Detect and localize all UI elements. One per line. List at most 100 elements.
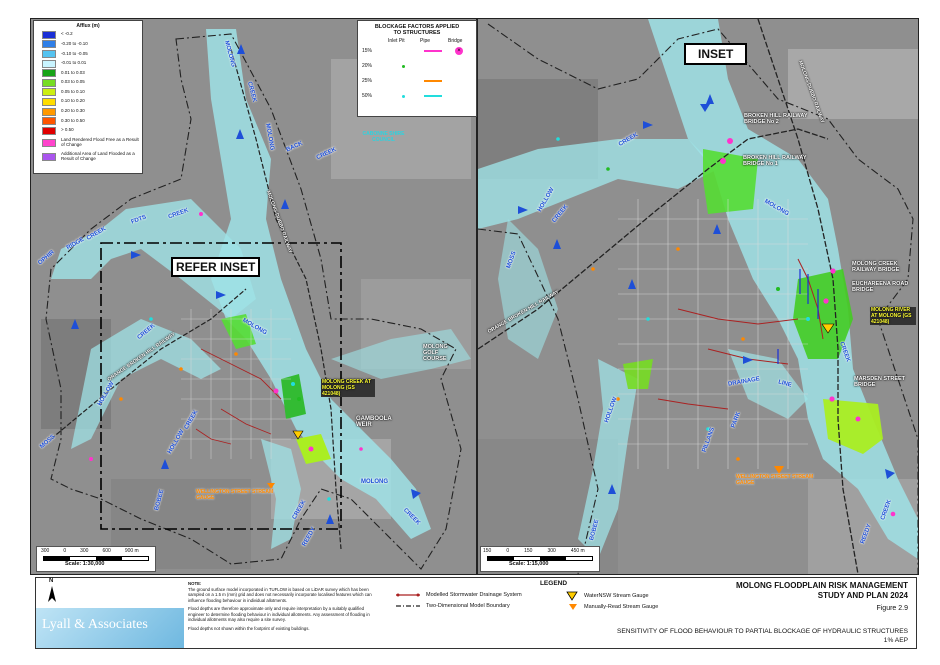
afflux-legend-item: 0.05 to 0.10 (34, 88, 142, 98)
inlet-pit-marker-icon (402, 95, 405, 98)
afflux-color-swatch (42, 40, 56, 49)
map-legend: LEGEND Modelled Stormwater Drainage Syst… (386, 580, 721, 620)
scale-text-inset: Scale: 1:15,000 (509, 561, 549, 567)
afflux-color-swatch (42, 97, 56, 106)
label-gauge-left: MOLONG CREEK AT MOLONG (GS 421048) (321, 379, 375, 397)
boundary-line-icon (396, 605, 420, 607)
scale-text-left: Scale: 1:30,000 (65, 561, 105, 567)
afflux-legend-label: -0.20 to -0.10 (61, 40, 88, 46)
blockage-percent: 50% (362, 93, 373, 99)
scale-tick: 150 (483, 548, 492, 554)
title-block: N Lyall & Associates NOTE: The ground su… (35, 577, 917, 649)
scale-tick: 150 (524, 548, 533, 554)
afflux-color-swatch (42, 107, 56, 116)
drainage-line-icon (396, 593, 420, 597)
manual-gauge-icon (569, 604, 577, 610)
afflux-legend-item: -0.01 to 0.01 (34, 59, 142, 69)
afflux-legend-label: 0.30 to 0.50 (61, 117, 85, 123)
legend-waternsw-label: WaterNSW Stream Gauge (584, 593, 649, 599)
figure-aep: 1% AEP (883, 637, 908, 644)
pipe-marker-icon (424, 50, 442, 52)
label-wellington-inset: WELLINGTON STREET STREAM GAUGE (736, 474, 814, 486)
inlet-pit-marker-icon (402, 65, 405, 68)
legend-drainage-label: Modelled Stormwater Drainage System (426, 592, 522, 598)
blockage-row: 15% × (358, 44, 476, 59)
figure-title: SENSITIVITY OF FLOOD BEHAVIOUR TO PARTIA… (616, 628, 908, 635)
study-title-2: STUDY AND PLAN 2024 (817, 591, 908, 600)
afflux-legend-label: Land Rendered Flood Free as a Result of … (61, 136, 139, 147)
label-bh-bridge-2: BROKEN HILL RAILWAY BRIDGE No 2 (744, 113, 808, 125)
blockage-rows: 15% × 20% 25% 50% (358, 44, 476, 104)
afflux-legend-item: < -0.2 (34, 30, 142, 40)
afflux-legend-label: 0.05 to 0.10 (61, 88, 85, 94)
blockage-percent: 15% (362, 48, 373, 54)
scale-tick: 300 (80, 548, 89, 554)
afflux-legend-item: > 0.50 (34, 126, 142, 136)
blockage-row: 20% (358, 59, 476, 74)
scale-tick: 300 (41, 548, 50, 554)
afflux-legend-label: Additional Area of Land Flooded as a Res… (61, 150, 135, 161)
waternsw-gauge-icon (566, 591, 578, 601)
afflux-color-swatch (42, 88, 56, 97)
label-cabonne: CABONNE SHIRE COUNCIL (362, 131, 405, 143)
afflux-color-swatch (42, 30, 56, 39)
refer-inset-label: REFER INSET (171, 257, 261, 277)
afflux-color-swatch (42, 69, 56, 78)
company-logo: Lyall & Associates (36, 608, 184, 648)
afflux-legend-item: Additional Area of Land Flooded as a Res… (34, 150, 142, 164)
company-logo-text: Lyall & Associates (42, 617, 148, 632)
afflux-color-swatch (42, 138, 56, 147)
inset-title: INSET (684, 43, 748, 65)
scale-tick: 900 m (124, 548, 139, 554)
blockage-legend-title: BLOCKAGE FACTORS APPLIED TO STRUCTURES (374, 24, 460, 36)
afflux-color-swatch (42, 78, 56, 87)
scale-bar-inset: 150 0 150 300 450 m Scale: 1:15,000 (480, 546, 600, 572)
afflux-legend-item: -0.10 to -0.05 (34, 49, 142, 59)
legend-waternsw: WaterNSW Stream Gauge (566, 591, 649, 601)
bridge-marker-icon: × (455, 47, 463, 55)
afflux-legend-label: 0.01 to 0.03 (61, 69, 85, 75)
afflux-legend-item: Land Rendered Flood Free as a Result of … (34, 136, 142, 150)
label-golf-course: MOLONG GOLF COURSE (423, 344, 448, 362)
afflux-legend-label: 0.03 to 0.05 (61, 79, 85, 85)
blockage-row: 25% (358, 74, 476, 89)
afflux-legend-item: 0.01 to 0.03 (34, 68, 142, 78)
note-1: The ground surface model incorporated in… (188, 586, 372, 603)
afflux-legend-item: 0.20 to 0.30 (34, 107, 142, 117)
scale-tick: 600 (102, 548, 111, 554)
legend-manual-gauge: Manually-Read Stream Gauge (568, 603, 658, 611)
afflux-legend-label: -0.01 to 0.01 (61, 60, 87, 66)
afflux-legend-item: 0.10 to 0.20 (34, 97, 142, 107)
scale-tick: 300 (547, 548, 556, 554)
label-molong-creek-railway-bridge: MOLONG CREEK RAILWAY BRIDGE (852, 261, 900, 273)
north-arrow: N (42, 578, 62, 606)
north-label: N (49, 578, 54, 584)
blockage-legend: BLOCKAGE FACTORS APPLIED TO STRUCTURES I… (357, 20, 477, 117)
scale-ticks-left: 300 0 300 600 900 m (41, 548, 139, 554)
afflux-legend-label: 0.10 to 0.20 (61, 98, 85, 104)
scale-tick: 450 m (570, 548, 585, 554)
label-euchareena-road-bridge: EUCHAREENA ROAD BRIDGE (852, 281, 909, 293)
afflux-legend-label: -0.10 to -0.05 (61, 50, 88, 56)
afflux-color-swatch (42, 152, 56, 161)
afflux-legend-label: 0.20 to 0.30 (61, 108, 85, 114)
afflux-color-swatch (42, 59, 56, 68)
blockage-percent: 25% (362, 78, 373, 84)
afflux-legend-item: -0.20 to -0.10 (34, 40, 142, 50)
label-gauge-inset: MOLONG RIVER AT MOLONG (GS 421048) (870, 307, 916, 325)
afflux-color-swatch (42, 49, 56, 58)
label-bh-bridge-1: BROKEN HILL RAILWAY BRIDGE No 1 (743, 155, 807, 167)
afflux-legend: Afflux (m) < -0.2 -0.20 to -0.10 -0.10 to … (33, 20, 143, 174)
notes: NOTE: The ground surface model incorpora… (188, 581, 378, 632)
legend-manual-gauge-label: Manually-Read Stream Gauge (584, 604, 659, 610)
label-wellington-left: WELLINGTON STREET STREAM GAUGE (196, 489, 274, 501)
label-gamboola: GAMBOOLA WEIR (356, 416, 392, 428)
pipe-marker-icon (424, 80, 442, 82)
afflux-legend-title: Afflux (m) (76, 23, 100, 29)
afflux-legend-item: 0.30 to 0.50 (34, 116, 142, 126)
north-arrow-icon (48, 586, 56, 602)
scale-tick: 0 (506, 548, 510, 554)
scale-tick: 0 (63, 548, 67, 554)
afflux-color-swatch (42, 117, 56, 126)
blockage-percent: 20% (362, 63, 373, 69)
